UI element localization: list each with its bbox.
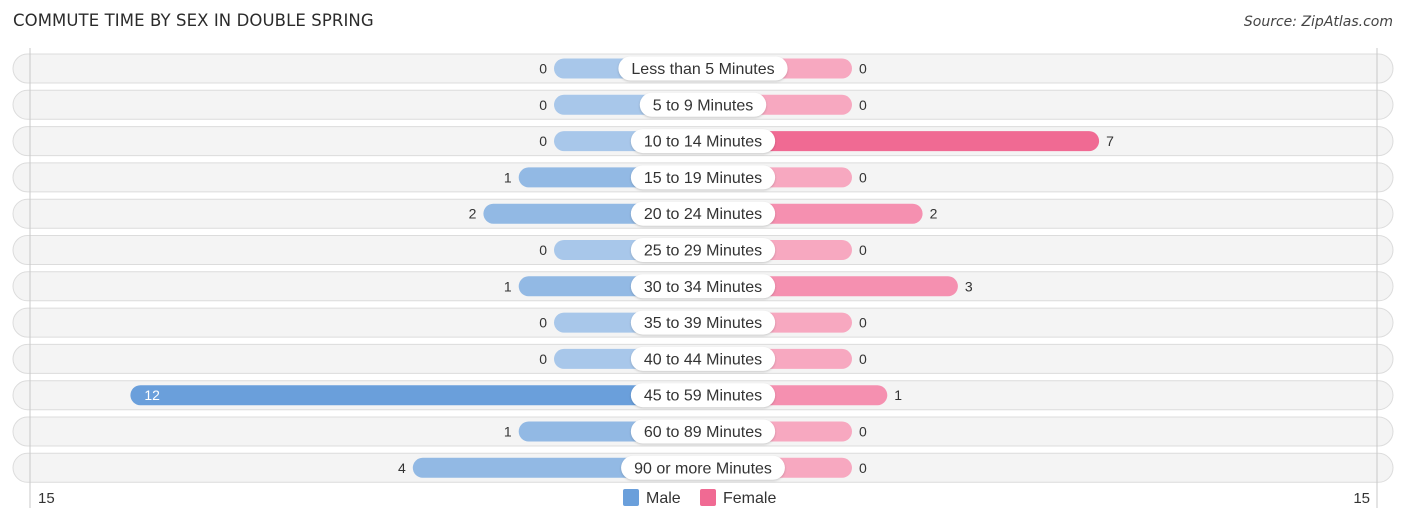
bar-male (130, 385, 703, 406)
value-label-female: 0 (859, 351, 867, 367)
value-label-female: 2 (930, 206, 938, 222)
value-label-male: 0 (539, 97, 547, 113)
legend-label-male: Male (646, 490, 681, 507)
chart-row: 35 to 39 Minutes 0 0 (12, 307, 1394, 338)
value-label-male: 1 (504, 424, 512, 440)
chart-row: 15 to 19 Minutes 1 0 (12, 162, 1394, 193)
category-label: 25 to 29 Minutes (644, 243, 762, 260)
category-label: 5 to 9 Minutes (653, 97, 754, 114)
category-label: 35 to 39 Minutes (644, 315, 762, 332)
chart-row: 10 to 14 Minutes 0 7 (12, 126, 1394, 157)
value-label-male: 0 (539, 61, 547, 77)
category-label: Less than 5 Minutes (631, 61, 774, 78)
category-label: 40 to 44 Minutes (644, 351, 762, 368)
category-label: 90 or more Minutes (634, 460, 772, 477)
category-label: 20 to 24 Minutes (644, 206, 762, 223)
chart-row: 45 to 59 Minutes 12 1 (12, 380, 1394, 411)
axis-label-left: 15 (38, 490, 55, 507)
category-label: 10 to 14 Minutes (644, 134, 762, 151)
chart-row: 90 or more Minutes 4 0 (12, 452, 1394, 483)
value-label-female: 3 (965, 278, 973, 294)
value-label-male: 0 (539, 315, 547, 331)
legend-item-male: Male (623, 489, 681, 507)
chart-row: 60 to 89 Minutes 1 0 (12, 416, 1394, 447)
chart-legend: Male Female (623, 489, 776, 507)
value-label-female: 0 (859, 315, 867, 331)
value-label-male: 12 (144, 387, 160, 403)
commute-chart: Less than 5 Minutes0 05 to 9 Minutes0 010 … (12, 48, 1394, 508)
value-label-male: 0 (539, 242, 547, 258)
value-label-female: 0 (859, 97, 867, 113)
chart-row: 25 to 29 Minutes 0 0 (12, 235, 1394, 265)
axis-label-right: 15 (1353, 490, 1370, 507)
chart-row: 20 to 24 Minutes 2 2 (12, 198, 1394, 229)
legend-swatch-male (623, 489, 639, 506)
value-label-female: 0 (859, 424, 867, 440)
value-label-male: 1 (504, 169, 512, 185)
legend-swatch-female (700, 489, 716, 506)
value-label-female: 0 (859, 61, 867, 77)
value-label-male: 0 (539, 133, 547, 149)
category-label: 30 to 34 Minutes (644, 279, 762, 296)
value-label-male: 2 (469, 206, 477, 222)
category-label: 60 to 89 Minutes (644, 424, 762, 441)
value-label-female: 0 (859, 169, 867, 185)
legend-item-female: Female (700, 489, 776, 507)
value-label-female: 1 (894, 387, 902, 403)
value-label-female: 7 (1106, 133, 1114, 149)
chart-row: Less than 5 Minutes 0 0 (12, 53, 1394, 84)
chart-rows: Less than 5 Minutes0 05 to 9 Minutes0 010 … (12, 53, 1394, 483)
value-label-female: 0 (859, 460, 867, 476)
chart-row: 40 to 44 Minutes 0 0 (12, 343, 1394, 374)
value-label-male: 1 (504, 278, 512, 294)
value-label-male: 4 (398, 460, 406, 476)
category-label: 45 to 59 Minutes (644, 388, 762, 405)
legend-label-female: Female (723, 490, 776, 507)
chart-row: 5 to 9 Minutes 0 0 (12, 89, 1394, 120)
chart-row: 30 to 34 Minutes 1 3 (12, 271, 1394, 302)
category-label: 15 to 19 Minutes (644, 170, 762, 187)
value-label-female: 0 (859, 242, 867, 258)
value-label-male: 0 (539, 351, 547, 367)
